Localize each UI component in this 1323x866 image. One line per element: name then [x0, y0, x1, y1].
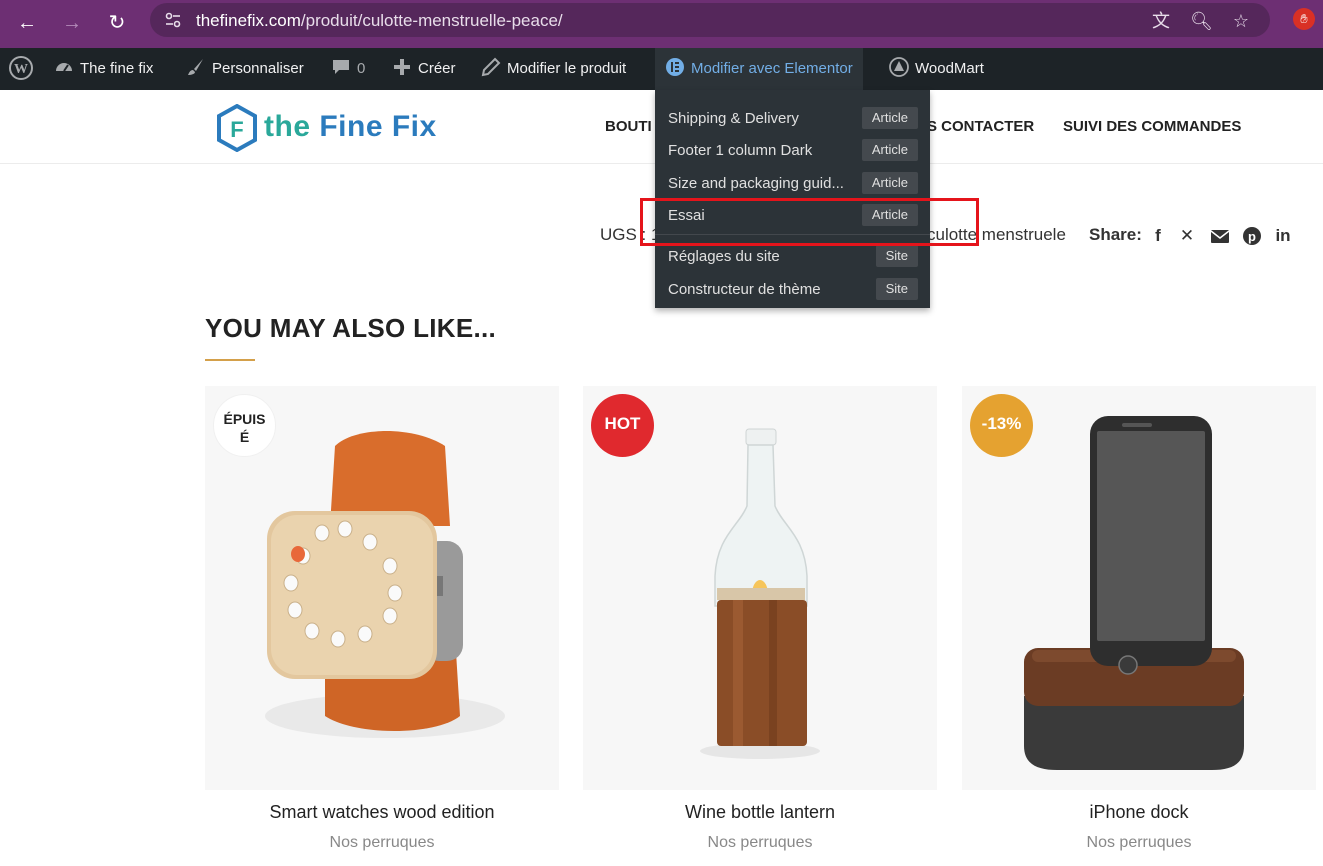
browser-toolbar: ← → ↻ thefinefix.com/produit/culotte-men…: [0, 0, 1323, 48]
menu-item-theme-builder[interactable]: Constructeur de thème Site: [655, 273, 930, 305]
facebook-icon[interactable]: f: [1148, 226, 1168, 246]
x-icon[interactable]: ✕: [1177, 226, 1197, 246]
menu-item-contact[interactable]: S CONTACTER: [927, 118, 1034, 135]
product-name[interactable]: Wine bottle lantern: [583, 802, 937, 823]
email-icon[interactable]: [1210, 226, 1230, 246]
menu-item-shipping-delivery[interactable]: Shipping & Delivery Article: [655, 102, 930, 134]
share-label: Share:: [1089, 225, 1142, 244]
menu-item-boutique[interactable]: BOUTI: [605, 118, 652, 135]
adminbar-elementor[interactable]: Modifier avec Elementor: [655, 48, 863, 90]
address-bar[interactable]: thefinefix.com/produit/culotte-menstruel…: [150, 3, 1270, 37]
adminbar-comments[interactable]: 0: [331, 48, 365, 90]
title-underline: [205, 359, 255, 361]
discount-badge: -13%: [970, 394, 1033, 457]
product-card[interactable]: ÉPUIS É: [205, 386, 559, 790]
dashboard-icon: [56, 63, 72, 72]
out-of-stock-badge: ÉPUIS É: [213, 394, 276, 457]
product-card[interactable]: HOT: [583, 386, 937, 790]
pencil-icon: [481, 57, 501, 77]
menu-item-order-tracking[interactable]: SUIVI DES COMMANDES: [1063, 118, 1241, 135]
menu-item-footer-dark[interactable]: Footer 1 column Dark Article: [655, 134, 930, 166]
url-text: thefinefix.com/produit/culotte-menstruel…: [196, 11, 563, 30]
product-category[interactable]: Nos perruques: [205, 834, 559, 852]
type-badge: Article: [861, 107, 918, 129]
pinterest-icon[interactable]: p: [1242, 226, 1262, 246]
reload-icon[interactable]: ↻: [102, 8, 132, 38]
site-settings-icon[interactable]: [164, 11, 182, 29]
extension-stop-icon[interactable]: ✋︎: [1293, 8, 1315, 30]
back-icon[interactable]: ←: [12, 8, 42, 38]
product-category[interactable]: Nos perruques: [583, 834, 937, 852]
zoom-icon[interactable]: 🔍︎: [1190, 10, 1213, 32]
site-logo[interactable]: F the Fine Fix: [216, 104, 436, 152]
svg-text:p: p: [1248, 229, 1256, 244]
product-category[interactable]: Nos perruques: [962, 834, 1316, 852]
bookmark-star-icon[interactable]: ☆: [1230, 10, 1252, 32]
adminbar-site-name[interactable]: The fine fix: [54, 48, 153, 90]
adminbar-create[interactable]: Créer: [392, 48, 456, 90]
menu-item-size-guide[interactable]: Size and packaging guid... Article: [655, 167, 930, 199]
type-badge: Article: [861, 139, 918, 161]
wp-admin-bar: W The fine fix Personnaliser 0 Créer Mod…: [0, 48, 1323, 90]
hot-badge: HOT: [591, 394, 654, 457]
translate-icon[interactable]: 文: [1150, 10, 1172, 32]
adminbar-edit-product[interactable]: Modifier le produit: [481, 48, 626, 90]
adminbar-woodmart[interactable]: WoodMart: [889, 48, 984, 90]
logo-hexagon-icon: F: [217, 104, 257, 152]
brush-icon: [188, 59, 203, 75]
type-badge: Site: [875, 278, 918, 300]
logo-text: the Fine Fix: [264, 110, 437, 143]
red-highlight-box: [640, 198, 979, 246]
product-name[interactable]: Smart watches wood edition: [205, 802, 559, 823]
product-card[interactable]: -13%: [962, 386, 1316, 790]
elementor-icon: [666, 58, 684, 76]
product-name[interactable]: iPhone dock: [962, 802, 1316, 823]
forward-icon[interactable]: →: [57, 8, 87, 38]
svg-text:F: F: [230, 117, 243, 142]
wordpress-logo-icon[interactable]: W: [8, 48, 34, 90]
plus-icon: [394, 59, 410, 75]
adminbar-customize[interactable]: Personnaliser: [186, 48, 304, 90]
linkedin-icon[interactable]: in: [1273, 226, 1293, 246]
type-badge: Article: [861, 172, 918, 194]
type-badge: Site: [875, 245, 918, 267]
related-products-title: YOU MAY ALSO LIKE...: [205, 313, 497, 343]
woodmart-icon: [889, 57, 909, 77]
comment-icon: [333, 60, 349, 74]
svg-text:W: W: [14, 62, 28, 77]
